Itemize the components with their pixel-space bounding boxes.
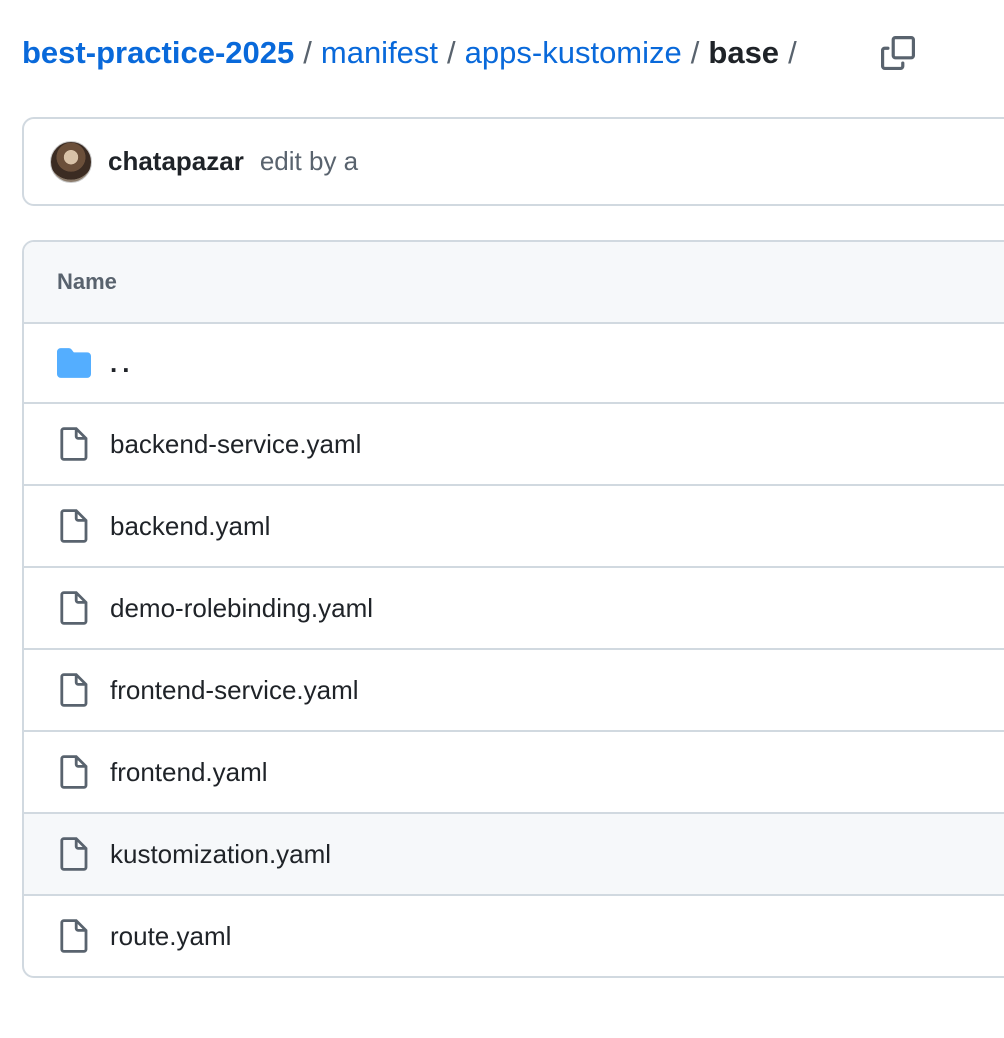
commit-message-link[interactable]: edit by a [260,146,358,177]
file-row[interactable]: route.yaml [24,896,1004,976]
commit-author-link[interactable]: chatapazar [108,146,244,177]
file-icon [57,837,91,871]
file-row[interactable]: demo-rolebinding.yaml [24,568,1004,650]
file-icon [57,509,91,543]
breadcrumb: best-practice-2025 / manifest / apps-kus… [22,30,797,76]
file-name-link[interactable]: route.yaml [110,921,231,952]
breadcrumb-separator: / [447,35,456,70]
file-icon [57,673,91,707]
file-name-link[interactable]: backend-service.yaml [110,429,361,460]
breadcrumb-repo-link[interactable]: best-practice-2025 [22,35,294,71]
file-table: Name .. backend-service.yaml backend.yam… [22,240,1004,978]
breadcrumb-separator: / [303,35,312,70]
avatar[interactable] [50,140,92,183]
breadcrumb-separator: / [690,35,700,70]
file-icon [57,591,91,625]
parent-directory-label[interactable]: .. [110,348,134,379]
table-header: Name [24,242,1004,324]
column-header-name: Name [57,269,117,294]
breadcrumb-current-folder: base [708,35,780,70]
file-row[interactable]: backend.yaml [24,486,1004,568]
file-name-link[interactable]: frontend.yaml [110,757,268,788]
file-icon [57,755,91,789]
folder-icon [57,346,91,380]
file-icon [57,427,91,461]
file-row[interactable]: backend-service.yaml [24,404,1004,486]
file-row[interactable]: kustomization.yaml [24,814,1004,896]
breadcrumb-apps-kustomize-link[interactable]: apps-kustomize [465,35,682,71]
breadcrumb-separator: / [788,35,797,70]
file-name-link[interactable]: backend.yaml [110,511,270,542]
parent-directory-row[interactable]: .. [24,324,1004,404]
breadcrumb-manifest-link[interactable]: manifest [321,35,438,71]
file-name-link[interactable]: kustomization.yaml [110,839,331,870]
file-icon [57,919,91,953]
file-name-link[interactable]: frontend-service.yaml [110,675,359,706]
file-row[interactable]: frontend-service.yaml [24,650,1004,732]
file-name-link[interactable]: demo-rolebinding.yaml [110,593,373,624]
copy-path-button[interactable] [878,34,918,72]
file-row[interactable]: frontend.yaml [24,732,1004,814]
latest-commit-box: chatapazar edit by a [22,117,1004,206]
copy-icon [881,36,915,70]
